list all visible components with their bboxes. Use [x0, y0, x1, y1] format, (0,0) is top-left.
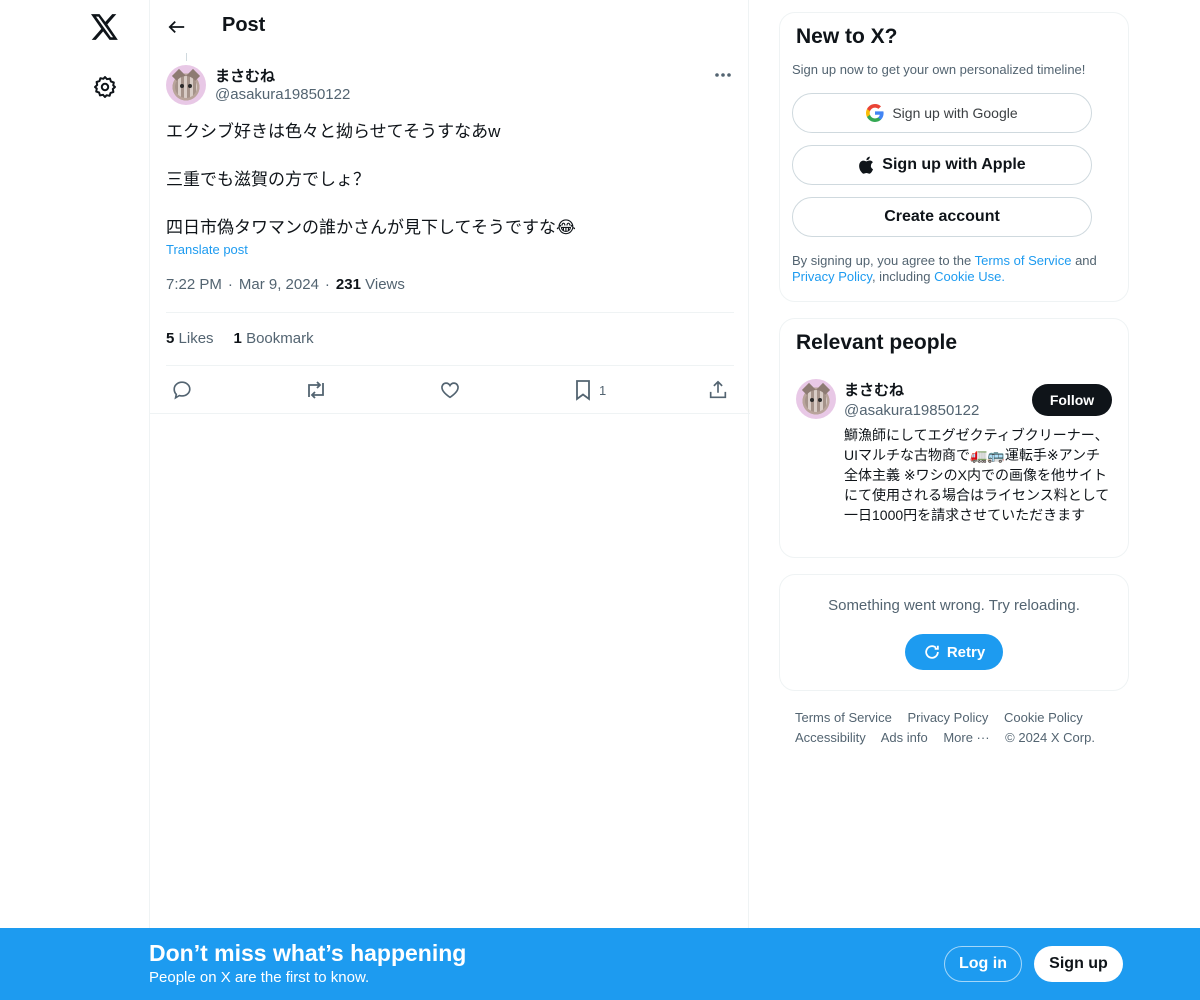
- share-icon[interactable]: [707, 376, 729, 404]
- cookie-use-link[interactable]: Cookie Use.: [934, 269, 1005, 284]
- bookmarks-stat[interactable]: 1 Bookmark: [234, 330, 314, 347]
- signup-banner: Don’t miss what’s happening People on X …: [0, 928, 1200, 1000]
- views-count: 231: [335, 276, 361, 293]
- divider: [166, 312, 734, 313]
- footer-link[interactable]: Cookie Policy: [1004, 710, 1083, 725]
- person-handle[interactable]: @asakura19850122: [844, 402, 979, 419]
- signup-button[interactable]: Sign up: [1034, 946, 1123, 982]
- retry-button[interactable]: Retry: [905, 634, 1003, 670]
- relevant-people-card: Relevant people まさむね @asakura19850122 Fo…: [779, 318, 1129, 558]
- refresh-icon: [925, 645, 939, 659]
- thread-line: [186, 53, 187, 61]
- footer-link[interactable]: Privacy Policy: [907, 710, 988, 725]
- relevant-people-title: Relevant people: [796, 331, 958, 354]
- post-date[interactable]: Mar 9, 2024: [239, 276, 319, 293]
- more-options-icon[interactable]: [712, 64, 734, 86]
- person-bio: 鰤漁師にしてエグゼクティブクリーナー、UIマルチな古物商で🚛🚌運転手※アンチ全体…: [844, 427, 1110, 523]
- error-card: Something went wrong. Try reloading. Ret…: [779, 574, 1129, 691]
- post-time[interactable]: 7:22 PM: [166, 276, 222, 293]
- footer-link[interactable]: Ads info: [881, 730, 928, 745]
- repost-icon[interactable]: [304, 376, 328, 404]
- apple-signup-button[interactable]: Sign up with Apple: [792, 145, 1092, 185]
- apple-icon: [859, 156, 874, 174]
- banner-title: Don’t miss what’s happening: [149, 940, 467, 966]
- post-line: 四日市偽タワマンの誰かさんが見下してそうですな😂: [166, 218, 576, 237]
- bookmark-icon: [576, 380, 590, 401]
- signup-title: New to X?: [796, 25, 898, 48]
- person-name[interactable]: まさむね: [844, 379, 904, 400]
- create-account-button[interactable]: Create account: [792, 197, 1092, 237]
- copyright: © 2024 X Corp.: [1005, 730, 1095, 745]
- signup-subtitle: Sign up now to get your own personalized…: [792, 62, 1086, 77]
- post-stats: 5 Likes 1 Bookmark: [166, 330, 314, 347]
- post-line: エクシブ好きは色々と拗らせてそうすなあw: [166, 122, 501, 141]
- divider: [150, 413, 750, 414]
- footer-links: Terms of Service Privacy Policy Cookie P…: [795, 708, 1115, 748]
- footer-link[interactable]: More ···: [943, 730, 989, 745]
- translate-post-link[interactable]: Translate post: [166, 242, 248, 257]
- reply-icon[interactable]: [171, 376, 193, 404]
- likes-stat[interactable]: 5 Likes: [166, 330, 214, 347]
- footer-link[interactable]: Accessibility: [795, 730, 866, 745]
- author-handle[interactable]: @asakura19850122: [215, 86, 350, 103]
- bookmark-count: 1: [599, 382, 607, 398]
- post-line: 三重でも滋賀の方でしょ？: [166, 170, 370, 189]
- page-title: Post: [222, 14, 266, 36]
- views-label: Views: [365, 276, 405, 293]
- signup-legal-text: By signing up, you agree to the Terms of…: [792, 253, 1097, 284]
- gear-icon[interactable]: [92, 74, 118, 100]
- signup-card: New to X? Sign up now to get your own pe…: [779, 12, 1129, 302]
- author-name[interactable]: まさむね: [215, 65, 275, 86]
- error-message: Something went wrong. Try reloading.: [828, 597, 1080, 614]
- banner-subtitle: People on X are the first to know.: [149, 969, 370, 986]
- main-column: Post まさむね @asakura19850122 エクシブ好きは色々と拗らせ…: [149, 0, 750, 1000]
- terms-link[interactable]: Terms of Service: [975, 253, 1072, 268]
- post-header: Post: [150, 0, 750, 53]
- post-text: エクシブ好きは色々と拗らせてそうすなあw 三重でも滋賀の方でしょ？ 四日市偽タワ…: [166, 120, 736, 240]
- follow-button[interactable]: Follow: [1032, 384, 1112, 416]
- google-signup-button[interactable]: Sign up with Google: [792, 93, 1092, 133]
- like-icon[interactable]: [439, 376, 461, 404]
- back-arrow-icon[interactable]: [166, 16, 188, 38]
- footer-link[interactable]: Terms of Service: [795, 710, 892, 725]
- action-bar: 1: [150, 376, 750, 412]
- google-icon: [866, 104, 884, 122]
- avatar[interactable]: [796, 379, 836, 419]
- left-rail: [0, 0, 150, 1000]
- post-meta: 7:22 PM · Mar 9, 2024 · 231 Views: [166, 276, 405, 293]
- avatar[interactable]: [166, 65, 206, 105]
- login-button[interactable]: Log in: [944, 946, 1022, 982]
- x-logo-icon[interactable]: [90, 12, 120, 42]
- divider: [166, 365, 734, 366]
- bookmark-button[interactable]: 1: [573, 376, 606, 404]
- privacy-link[interactable]: Privacy Policy: [792, 269, 872, 284]
